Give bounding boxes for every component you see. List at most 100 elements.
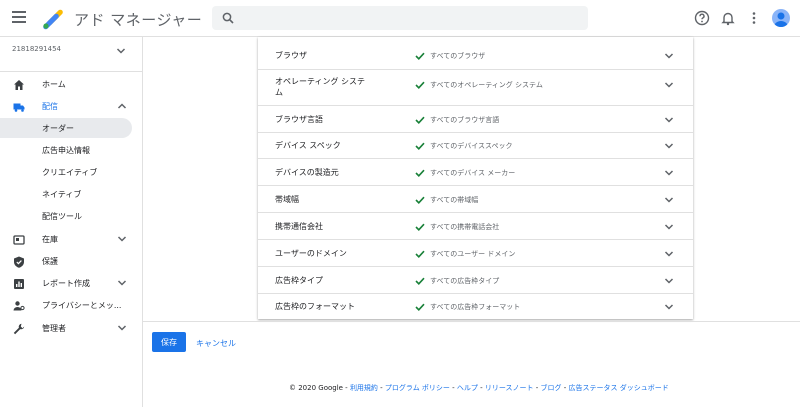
targeting-label: 広告枠タイプ	[275, 276, 323, 285]
sidebar: 21818291454 ホーム 配信 オーダー 広告申込情報 クリエイティブ ネ…	[0, 37, 143, 407]
bar-chart-icon	[14, 279, 24, 289]
chevron-down-icon[interactable]	[664, 142, 674, 150]
sidebar-item-label: レポート作成	[42, 279, 90, 288]
footer-copyright: © 2020 Google -	[289, 384, 350, 392]
sidebar-subitem-native[interactable]: ネイティブ	[0, 184, 142, 204]
sidebar-item-reporting[interactable]: レポート作成	[0, 274, 142, 294]
sidebar-item-label: 保護	[42, 257, 58, 266]
footer-separator: -	[477, 384, 485, 392]
chevron-down-icon[interactable]	[664, 81, 674, 89]
footer-separator: -	[449, 384, 457, 392]
account-id[interactable]: 21818291454	[12, 45, 61, 53]
targeting-value: すべてのオペレーティング システム	[430, 81, 543, 89]
sidebar-item-label: 管理者	[42, 324, 66, 333]
footer-separator: -	[377, 384, 385, 392]
sidebar-item-home[interactable]: ホーム	[0, 75, 142, 95]
ad-manager-logo	[43, 9, 63, 30]
footer-separator: -	[561, 384, 569, 392]
targeting-value: すべての広告枠タイプ	[430, 277, 500, 285]
sidebar-item-delivery[interactable]: 配信	[0, 97, 142, 117]
targeting-row-os[interactable]: オペレーティング システム すべてのオペレーティング システム	[258, 69, 693, 106]
privacy-icon	[13, 301, 25, 311]
targeting-row-inventory-type[interactable]: 広告枠タイプ すべての広告枠タイプ	[258, 266, 693, 294]
user-avatar-icon	[774, 12, 788, 27]
sidebar-subitem-delivery-tools[interactable]: 配信ツール	[0, 206, 142, 226]
sidebar-item-inventory[interactable]: 在庫	[0, 230, 142, 250]
sidebar-subitem-line-items[interactable]: 広告申込情報	[0, 140, 142, 160]
sidebar-item-label: 配信	[42, 102, 58, 111]
targeting-label: ブラウザ言語	[275, 115, 323, 124]
sidebar-item-privacy-messaging[interactable]: プライバシーとメッ...	[0, 296, 142, 316]
help-icon[interactable]	[694, 10, 710, 26]
footer-link-program-policy[interactable]: プログラム ポリシー	[385, 384, 450, 392]
footer-link-terms[interactable]: 利用規約	[350, 384, 378, 392]
targeting-label: ブラウザ	[275, 51, 307, 60]
sidebar-divider	[0, 71, 142, 72]
chevron-down-icon[interactable]	[664, 250, 674, 258]
targeting-row-device-manufacturer[interactable]: デバイスの製造元 すべてのデバイス メーカー	[258, 158, 693, 186]
targeting-label: 帯域幅	[275, 195, 299, 204]
inventory-icon	[13, 235, 25, 245]
sidebar-subitem-orders[interactable]: オーダー	[0, 118, 132, 138]
footer-link-release-notes[interactable]: リリースノート	[485, 384, 534, 392]
chevron-down-icon[interactable]	[664, 196, 674, 204]
footer-link-blog[interactable]: ブログ	[541, 384, 562, 392]
targeting-row-user-domain[interactable]: ユーザーのドメイン すべてのユーザー ドメイン	[258, 239, 693, 267]
sidebar-item-label: ホーム	[42, 80, 66, 89]
app-title: アド マネージャー	[74, 11, 203, 29]
targeting-row-device-spec[interactable]: デバイス スペック すべてのデバイススペック	[258, 132, 693, 159]
targeting-row-carrier[interactable]: 携帯通信会社 すべての携帯電話会社	[258, 212, 693, 240]
targeting-label: オペレーティング システム	[275, 77, 366, 97]
chevron-down-icon[interactable]	[664, 277, 674, 285]
search-icon	[222, 12, 234, 24]
avatar[interactable]	[772, 9, 790, 27]
chevron-up-icon	[117, 103, 127, 109]
targeting-value: すべてのブラウザ	[430, 52, 486, 60]
sidebar-item-protection[interactable]: 保護	[0, 252, 142, 272]
targeting-value: すべてのブラウザ言語	[430, 116, 500, 124]
targeting-row-inventory-format[interactable]: 広告枠のフォーマット すべての広告枠フォーマット	[258, 293, 693, 319]
targeting-value: すべてのユーザー ドメイン	[430, 250, 516, 258]
sidebar-item-label: プライバシーとメッ...	[42, 301, 122, 310]
more-options-icon[interactable]	[746, 10, 762, 26]
search-bar[interactable]	[212, 6, 588, 30]
chevron-down-icon	[117, 280, 127, 286]
chevron-down-icon	[117, 325, 127, 331]
chevron-down-icon[interactable]	[664, 52, 674, 60]
top-app-bar: アド マネージャー	[0, 0, 800, 37]
footer: © 2020 Google - 利用規約 - プログラム ポリシー - ヘルプ …	[289, 383, 669, 393]
targeting-value: すべての帯域幅	[430, 196, 479, 204]
chevron-down-icon[interactable]	[664, 303, 674, 311]
chevron-down-icon[interactable]	[664, 169, 674, 177]
footer-link-help[interactable]: ヘルプ	[457, 384, 478, 392]
targeting-value: すべての広告枠フォーマット	[430, 303, 521, 311]
sidebar-subitem-label: オーダー	[42, 124, 74, 133]
sidebar-item-admin[interactable]: 管理者	[0, 319, 142, 339]
shield-icon	[14, 256, 24, 268]
sidebar-subitem-label: クリエイティブ	[42, 168, 98, 177]
hamburger-menu-icon[interactable]	[12, 11, 26, 23]
check-icon	[415, 303, 425, 311]
check-icon	[415, 52, 425, 60]
targeting-label: ユーザーのドメイン	[275, 249, 347, 258]
notifications-bell-icon[interactable]	[720, 10, 736, 26]
targeting-row-bandwidth[interactable]: 帯域幅 すべての帯域幅	[258, 185, 693, 213]
chevron-down-icon[interactable]	[116, 47, 126, 55]
search-input[interactable]	[242, 10, 576, 28]
targeting-value: すべての携帯電話会社	[430, 223, 500, 231]
sidebar-subitem-creatives[interactable]: クリエイティブ	[0, 162, 142, 182]
chevron-down-icon[interactable]	[664, 223, 674, 231]
check-icon	[415, 277, 425, 285]
footer-link-status-dashboard[interactable]: 広告ステータス ダッシュボード	[569, 384, 669, 392]
targeting-label: デバイスの製造元	[275, 168, 339, 177]
truck-icon	[13, 103, 25, 112]
cancel-button[interactable]: キャンセル	[196, 338, 236, 349]
save-button[interactable]: 保存	[152, 332, 186, 352]
chevron-down-icon[interactable]	[664, 116, 674, 124]
targeting-row-browser[interactable]: ブラウザ すべてのブラウザ	[258, 37, 693, 70]
targeting-card: ブラウザ すべてのブラウザ オペレーティング システム すべてのオペレーティング…	[258, 37, 693, 319]
wrench-icon	[13, 323, 25, 335]
targeting-row-browser-language[interactable]: ブラウザ言語 すべてのブラウザ言語	[258, 105, 693, 133]
check-icon	[415, 250, 425, 258]
check-icon	[415, 196, 425, 204]
